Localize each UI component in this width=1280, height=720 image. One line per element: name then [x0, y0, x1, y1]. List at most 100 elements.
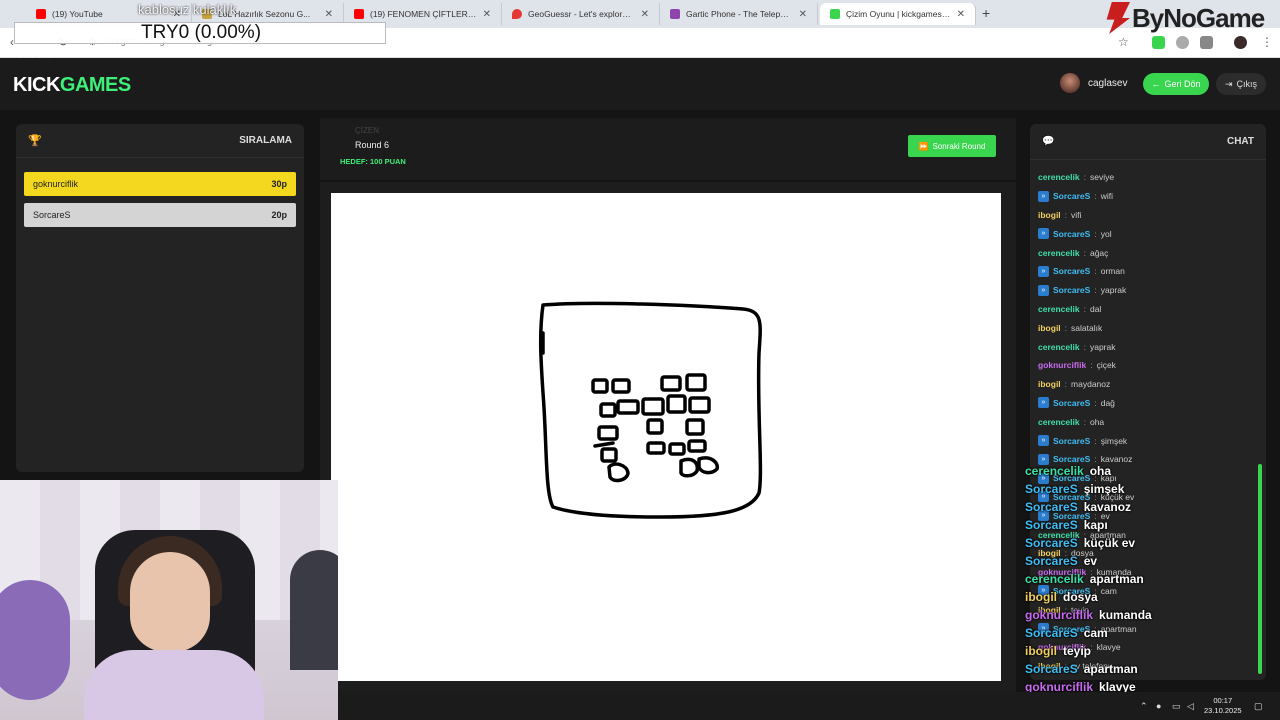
badge-icon: » — [1038, 397, 1049, 409]
overlay-chat-message: SorcareS cam — [1025, 624, 1275, 642]
chat-separator: : — [1083, 303, 1086, 314]
kickgames-icon — [830, 9, 840, 19]
chat-text: orman — [1100, 266, 1125, 277]
kickgames-logo[interactable]: KICKGAMES — [13, 74, 131, 97]
bynogame-logo: ByNoGame — [1104, 2, 1265, 34]
puzzle-icon[interactable] — [1200, 36, 1213, 49]
chat-message: » SorcareS: yol — [1038, 224, 1256, 243]
mic-icon[interactable]: ● — [1156, 701, 1161, 711]
overlay-chat-username: SorcareS — [1025, 536, 1078, 550]
overlay-chat-username: SorcareS — [1025, 482, 1078, 496]
chat-separator: : — [1094, 228, 1097, 239]
chat-separator: : — [1064, 322, 1068, 333]
chat-username[interactable]: SorcareS — [1053, 436, 1090, 446]
chat-username[interactable]: cerencelik — [1038, 248, 1080, 258]
taskbar-clock[interactable]: 00:17 23.10.2025 — [1204, 696, 1242, 716]
overlay-chat-message: SorcareS şimşek — [1025, 480, 1275, 498]
drawing-canvas[interactable] — [331, 193, 1001, 681]
extension-icon[interactable] — [1176, 36, 1189, 49]
player-name: goknurciflik — [33, 179, 79, 189]
overlay-chat-username: ibogil — [1025, 590, 1057, 604]
chat-separator: : — [1083, 416, 1086, 427]
chat-username[interactable]: ibogil — [1038, 379, 1061, 389]
browser-tab[interactable]: GeoGuessr - Let's explore the w... ✕ — [502, 3, 660, 25]
chat-text: seviye — [1089, 172, 1115, 183]
profile-avatar-icon[interactable] — [1234, 36, 1247, 49]
arrow-left-icon: ← — [1151, 79, 1161, 89]
chat-username[interactable]: SorcareS — [1053, 398, 1090, 408]
overlay-chat-text: şimşek — [1083, 482, 1125, 496]
chat-separator: : — [1094, 435, 1097, 446]
menu-dots-icon[interactable]: ⋮ — [1261, 35, 1273, 49]
teddy-bear — [0, 580, 70, 700]
chat-text: salatalık — [1071, 322, 1103, 333]
close-icon[interactable]: ✕ — [325, 9, 333, 20]
chat-message: ibogil: vifi — [1038, 206, 1256, 225]
close-icon[interactable]: ✕ — [641, 9, 649, 20]
logo-accent: GAMES — [59, 74, 131, 96]
overlay-chat-text: apartman — [1089, 572, 1144, 586]
chat-username[interactable]: ibogil — [1038, 323, 1061, 333]
chat-message: » SorcareS: wifi — [1038, 187, 1256, 206]
tab-title: GeoGuessr - Let's explore the w... — [528, 9, 635, 19]
chat-text: vifi — [1071, 209, 1082, 220]
chat-separator: : — [1083, 341, 1086, 352]
new-tab-button[interactable]: + — [982, 5, 990, 21]
trophy-icon: 🏆 — [28, 135, 42, 147]
back-button[interactable]: ← Geri Dön — [1143, 73, 1209, 95]
chat-username[interactable]: cerencelik — [1038, 342, 1080, 352]
close-icon[interactable]: ✕ — [957, 9, 965, 20]
speaker-icon[interactable]: ◁ — [1187, 701, 1194, 712]
fast-forward-icon: ⏩ — [918, 141, 929, 151]
badge-icon: » — [1038, 265, 1049, 277]
round-panel: ÇİZEN Round 6 HEDEF: 100 PUAN ⏩ Sonraki … — [320, 118, 1016, 180]
donation-overlay: TRY0 (0.00%) — [14, 22, 386, 44]
chat-username[interactable]: ibogil — [1038, 210, 1061, 220]
overlay-chat-text: kapı — [1083, 518, 1108, 532]
overlay-chat-username: SorcareS — [1025, 662, 1078, 676]
chat-username[interactable]: SorcareS — [1053, 229, 1090, 239]
chat-username[interactable]: goknurciflik — [1038, 360, 1086, 370]
browser-tab[interactable]: Gartic Phone - The Telephone G... ✕ — [660, 3, 818, 25]
chat-username[interactable]: SorcareS — [1053, 266, 1090, 276]
overlay-label: kablosuz kulaklık — [138, 2, 237, 17]
youtube-icon — [354, 9, 364, 19]
overlay-chat-username: SorcareS — [1025, 518, 1078, 532]
chat-text: maydanoz — [1071, 379, 1111, 390]
user-profile[interactable]: caglasev — [1060, 73, 1127, 93]
chat-text: yaprak — [1100, 285, 1127, 296]
close-icon[interactable]: ✕ — [483, 9, 491, 20]
back-button-label: Geri Dön — [1164, 79, 1201, 89]
network-icon[interactable]: ▭ — [1172, 701, 1181, 712]
next-round-button[interactable]: ⏩ Sonraki Round — [908, 135, 996, 157]
chat-separator: : — [1090, 360, 1093, 371]
chat-username[interactable]: cerencelik — [1038, 417, 1080, 427]
overlay-chat-message: goknurciflik kumanda — [1025, 606, 1275, 624]
chat-username[interactable]: cerencelik — [1038, 304, 1080, 314]
round-label: Round 6 — [355, 140, 390, 150]
exit-button-label: Çıkış — [1236, 79, 1258, 89]
overlay-chat-username: SorcareS — [1025, 554, 1078, 568]
notification-icon[interactable]: ▢ — [1254, 701, 1263, 712]
badge-icon: » — [1038, 284, 1049, 296]
exit-button[interactable]: ⇥ Çıkış — [1216, 73, 1266, 95]
overlay-chat-username: ibogil — [1025, 644, 1057, 658]
chat-username[interactable]: SorcareS — [1053, 285, 1090, 295]
overlay-chat-text: kumanda — [1099, 608, 1152, 622]
chat-username[interactable]: SorcareS — [1053, 191, 1090, 201]
chat-message: cerencelik: dal — [1038, 300, 1256, 319]
clock-date: 23.10.2025 — [1204, 706, 1242, 715]
bookmark-star-icon[interactable]: ☆ — [1118, 35, 1129, 49]
overlay-chat-message: cerencelik apartman — [1025, 570, 1275, 588]
player-name: SorcareS — [33, 210, 71, 220]
extension-icon[interactable] — [1152, 36, 1165, 49]
browser-tab-active[interactable]: Çizim Oyunu | kickgames.io ✕ — [820, 3, 976, 25]
chat-message: ibogil: salatalık — [1038, 318, 1256, 337]
streamer-body — [84, 650, 264, 720]
tab-title: Gartic Phone - The Telephone G... — [686, 9, 793, 19]
chat-username[interactable]: cerencelik — [1038, 172, 1080, 182]
chevron-up-icon[interactable]: ⌃ — [1140, 701, 1148, 712]
close-icon[interactable]: ✕ — [799, 9, 807, 20]
round-target: HEDEF: 100 PUAN — [340, 157, 406, 166]
chat-message: cerencelik: yaprak — [1038, 337, 1256, 356]
